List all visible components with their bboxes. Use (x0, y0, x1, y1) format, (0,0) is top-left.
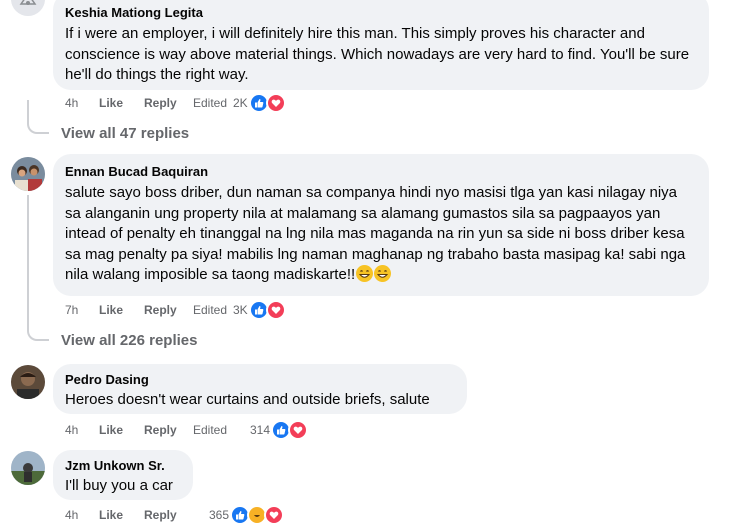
edited-label[interactable]: Edited (193, 423, 250, 437)
like-button[interactable]: Like (99, 303, 144, 317)
comment-text: salute sayo boss driber, dun naman sa co… (65, 183, 697, 286)
view-replies-link[interactable]: View all 226 replies (61, 332, 197, 349)
comment-time[interactable]: 7h (65, 303, 99, 317)
reactions[interactable] (248, 300, 286, 320)
comment-actions: 4h Like Reply Edited 314 (65, 420, 309, 440)
comment-bubble: Jzm Unkown Sr. I'll buy you a car (53, 450, 193, 500)
avatar[interactable] (11, 365, 45, 399)
comment-text: If i were an employer, i will definitely… (65, 25, 690, 83)
grinning-emoji-icon (374, 265, 392, 282)
comment-actions: 4h Like Reply Edited 2K (65, 93, 286, 113)
like-button[interactable]: Like (99, 96, 144, 110)
comment-bubble: Pedro Dasing Heroes doesn't wear curtain… (53, 364, 467, 414)
avatar[interactable] (11, 451, 45, 485)
reactions[interactable] (271, 420, 309, 440)
grinning-emoji-icon (356, 265, 374, 282)
avatar[interactable] (11, 157, 45, 191)
comment-author[interactable]: Pedro Dasing (65, 371, 455, 388)
reply-button[interactable]: Reply (144, 508, 209, 522)
love-icon (264, 505, 285, 525)
like-button[interactable]: Like (99, 508, 144, 522)
reactions[interactable] (230, 505, 285, 525)
reactions[interactable] (248, 93, 286, 113)
love-icon (265, 93, 286, 113)
comment-text: Heroes doesn't wear curtains and outside… (65, 391, 430, 408)
thread-line (27, 100, 49, 134)
comment-actions: 7h Like Reply Edited 3K (65, 300, 286, 320)
reply-button[interactable]: Reply (144, 423, 193, 437)
avatar[interactable] (11, 0, 45, 16)
comment-author[interactable]: Keshia Mationg Legita (65, 4, 697, 21)
reaction-count[interactable]: 2K (233, 96, 248, 110)
love-icon (265, 300, 286, 320)
reaction-count[interactable]: 314 (250, 423, 270, 437)
love-icon (288, 420, 309, 440)
reaction-count[interactable]: 3K (233, 303, 248, 317)
reply-button[interactable]: Reply (144, 96, 193, 110)
reaction-count[interactable]: 365 (209, 508, 229, 522)
comment-bubble: Ennan Bucad Baquiran salute sayo boss dr… (53, 154, 709, 296)
comment-text: I'll buy you a car (65, 477, 173, 494)
thread-line (27, 195, 49, 341)
edited-label[interactable]: Edited (193, 96, 233, 110)
comment-time[interactable]: 4h (65, 423, 99, 437)
comment-bubble: Keshia Mationg Legita If i were an emplo… (53, 0, 709, 90)
comment-time[interactable]: 4h (65, 96, 99, 110)
comment-author[interactable]: Jzm Unkown Sr. (65, 457, 181, 474)
view-replies-link[interactable]: View all 47 replies (61, 125, 189, 142)
edited-label[interactable]: Edited (193, 303, 233, 317)
comment-actions: 4h Like Reply 365 (65, 505, 285, 525)
comment-author[interactable]: Ennan Bucad Baquiran (65, 163, 697, 180)
like-button[interactable]: Like (99, 423, 144, 437)
comment-time[interactable]: 4h (65, 508, 99, 522)
reply-button[interactable]: Reply (144, 303, 193, 317)
